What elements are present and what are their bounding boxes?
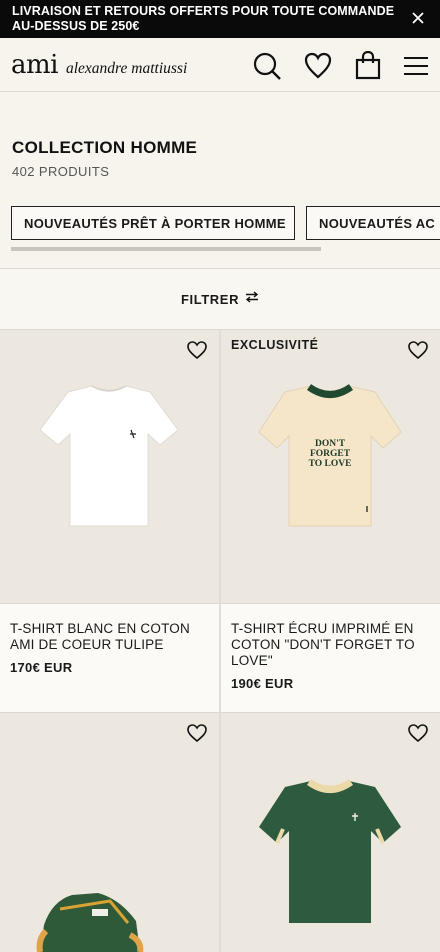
filter-button[interactable]: FILTRER <box>0 268 440 330</box>
tshirt-print-text: TO LOVE <box>309 459 352 469</box>
heart-icon[interactable] <box>408 340 428 360</box>
bag-icon[interactable] <box>354 51 384 81</box>
heart-icon[interactable] <box>408 723 428 743</box>
filter-label: FILTRER <box>180 291 240 307</box>
page-title: COLLECTION HOMME <box>12 138 198 157</box>
product-card[interactable]: T-SHIRT BLANC EN COTON AMI DE COEUR TULI… <box>0 330 219 712</box>
product-card[interactable] <box>221 713 440 952</box>
site-header: ami alexandre mattiussi <box>0 38 440 92</box>
chip-new-accessories[interactable]: NOUVEAUTÉS AC <box>306 206 440 240</box>
category-chips[interactable]: NOUVEAUTÉS PRÊT À PORTER HOMME NOUVEAUTÉ… <box>11 206 440 242</box>
logo-mark: ami <box>11 50 58 80</box>
product-count: 402 PRODUITS <box>12 164 110 179</box>
green-tshirt-image <box>259 779 401 923</box>
product-image[interactable] <box>0 713 219 952</box>
brand-logo[interactable]: ami alexandre mattiussi <box>11 50 187 80</box>
chips-scrollbar[interactable] <box>11 247 321 251</box>
tshirt-print-text: FORGET <box>310 449 351 459</box>
product-name: T-SHIRT ÉCRU IMPRIMÉ EN COTON "DON'T FOR… <box>231 621 415 668</box>
heart-icon[interactable] <box>187 723 207 743</box>
product-name: T-SHIRT BLANC EN COTON AMI DE COEUR TULI… <box>10 621 190 652</box>
promo-text: LIVRAISON ET RETOURS OFFERTS POUR TOUTE … <box>12 4 395 33</box>
heart-icon[interactable] <box>304 51 334 81</box>
close-icon[interactable] <box>410 10 426 26</box>
ecru-tshirt-image: DON'T FORGET TO LOVE <box>258 384 402 527</box>
product-price: 170€ EUR <box>10 660 73 675</box>
chip-new-rtw-men[interactable]: NOUVEAUTÉS PRÊT À PORTER HOMME <box>11 206 295 240</box>
filter-arrows-icon <box>245 290 259 308</box>
product-price: 190€ EUR <box>231 676 294 691</box>
product-card[interactable] <box>0 713 219 952</box>
product-image[interactable]: DON'T FORGET TO LOVE EXCLUSIVITÉ <box>221 330 440 603</box>
search-icon[interactable] <box>252 51 282 81</box>
product-image[interactable] <box>221 713 440 952</box>
menu-icon[interactable] <box>403 53 433 83</box>
white-tshirt-image <box>39 385 179 527</box>
exclusive-badge: EXCLUSIVITÉ <box>231 338 319 352</box>
heart-icon[interactable] <box>187 340 207 360</box>
logo-wordmark: alexandre mattiussi <box>65 60 188 77</box>
product-info: T-SHIRT BLANC EN COTON AMI DE COEUR TULI… <box>0 603 219 712</box>
green-sneaker-image <box>36 893 144 952</box>
product-card[interactable]: DON'T FORGET TO LOVE EXCLUSIVITÉ T-SHIRT… <box>221 330 440 712</box>
product-image[interactable] <box>0 330 219 603</box>
product-info: T-SHIRT ÉCRU IMPRIMÉ EN COTON "DON'T FOR… <box>221 603 440 712</box>
promo-banner: LIVRAISON ET RETOURS OFFERTS POUR TOUTE … <box>0 0 440 38</box>
tshirt-print-text: DON'T <box>315 439 346 449</box>
